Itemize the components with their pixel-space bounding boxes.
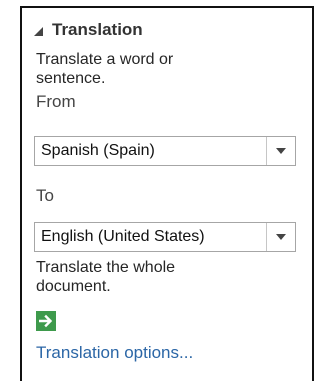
- from-label: From: [36, 92, 76, 111]
- from-language-select[interactable]: Spanish (Spain): [34, 136, 296, 166]
- to-language-dropdown-button[interactable]: [266, 223, 295, 251]
- section-title: Translation: [52, 20, 143, 39]
- from-language-dropdown-button[interactable]: [266, 137, 295, 165]
- translation-options-link[interactable]: Translation options...: [36, 343, 193, 363]
- to-language-select[interactable]: English (United States): [34, 222, 296, 252]
- to-language-value: English (United States): [41, 228, 205, 245]
- translation-pane: Translation Translate a word or sentence…: [20, 6, 314, 381]
- chevron-down-icon: [276, 234, 286, 240]
- translate-document-go-button[interactable]: [36, 311, 56, 331]
- to-label: To: [36, 186, 54, 205]
- from-language-value: Spanish (Spain): [41, 142, 155, 159]
- translate-document-description: Translate the whole document.: [36, 259, 176, 295]
- translate-word-description: Translate a word or sentence.: [36, 51, 174, 87]
- collapse-triangle-icon[interactable]: [34, 26, 43, 36]
- arrow-right-icon: [39, 314, 53, 328]
- chevron-down-icon: [276, 148, 286, 154]
- translation-section-header[interactable]: Translation: [34, 19, 143, 41]
